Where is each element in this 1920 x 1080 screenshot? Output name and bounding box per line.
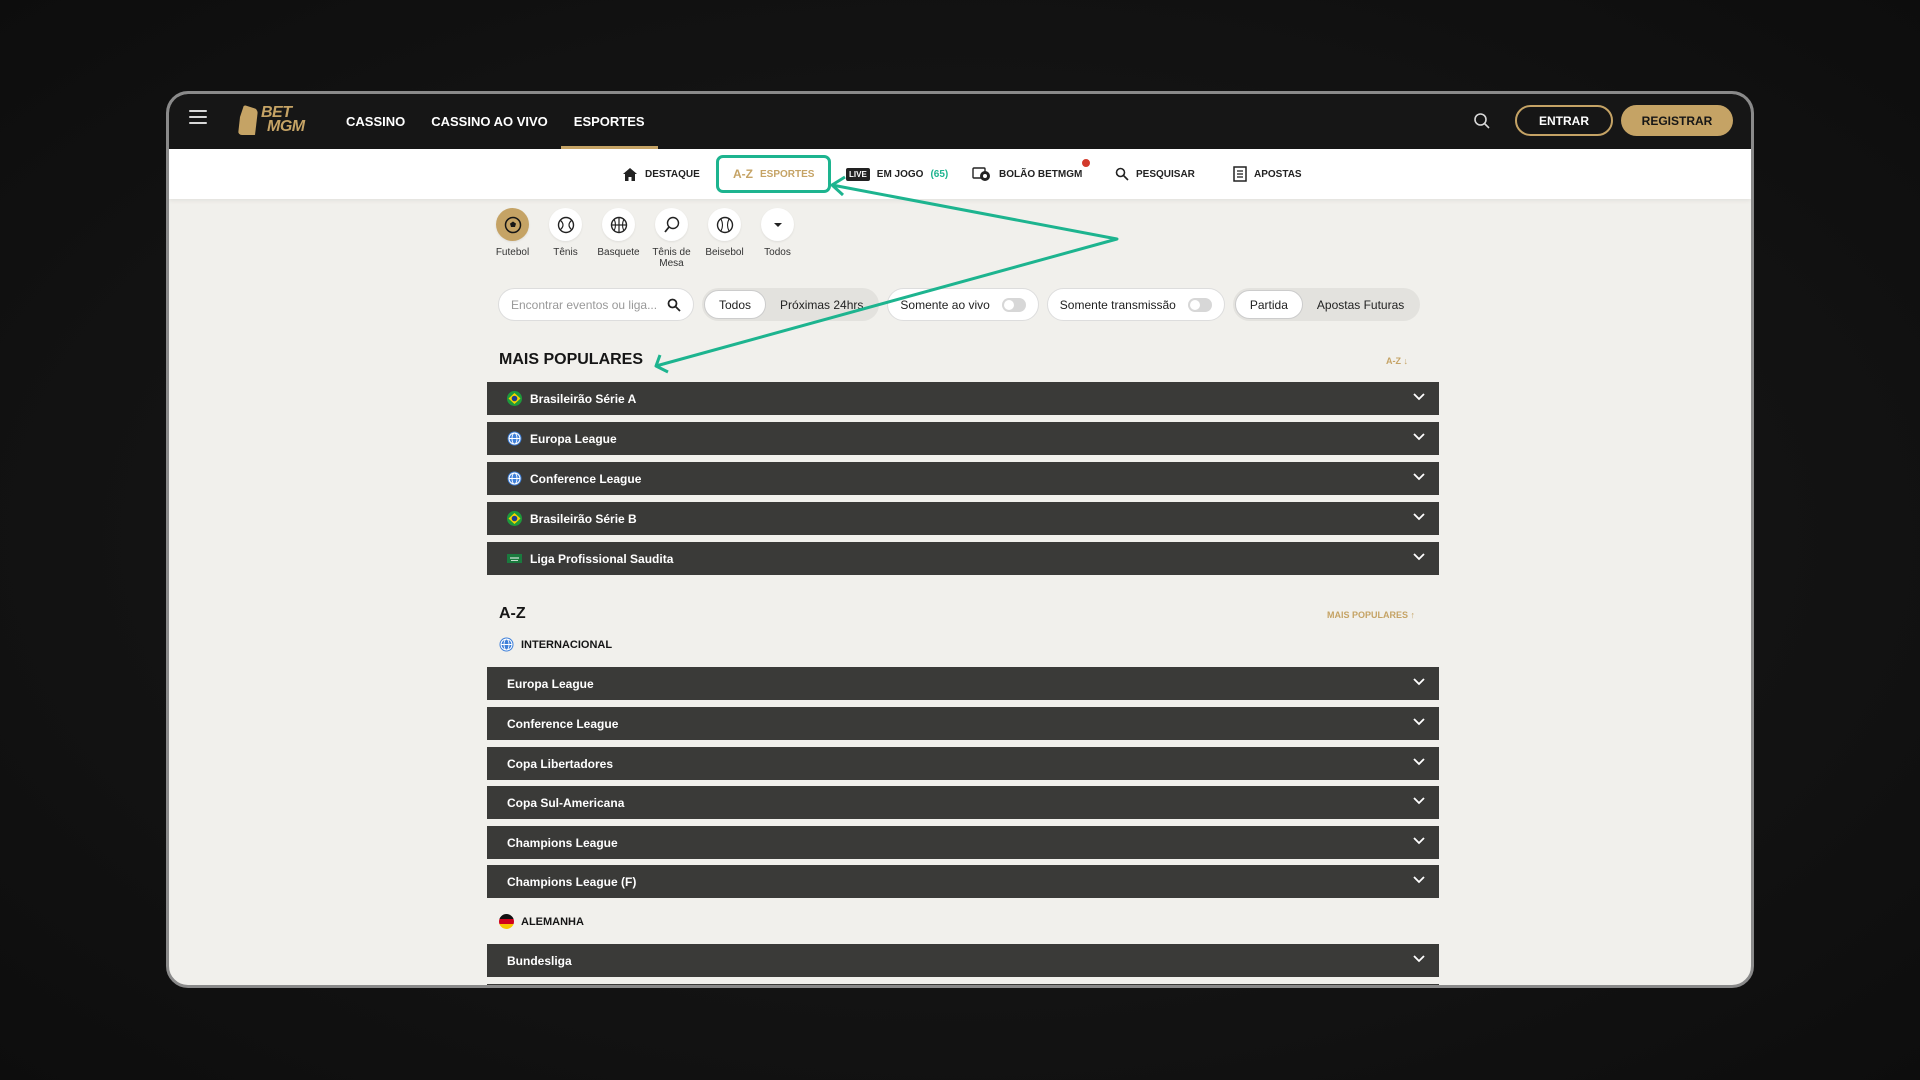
tab-apostas[interactable]: APOSTAS: [1233, 149, 1302, 199]
soccer-ball-icon: [504, 216, 521, 233]
toggle-switch[interactable]: [1001, 297, 1026, 312]
time-filter: Todos Próximas 24hrs: [702, 288, 880, 321]
search-icon: [1115, 167, 1129, 181]
sport-basquete[interactable]: Basquete: [597, 208, 640, 269]
az-section-title: A-Z: [499, 605, 526, 622]
chevron-down-icon: [1413, 473, 1425, 481]
hamburger-menu-icon[interactable]: [189, 110, 207, 124]
lion-logo-icon: [238, 105, 258, 135]
login-button[interactable]: ENTRAR: [1515, 105, 1613, 136]
chevron-down-icon: [1413, 553, 1425, 561]
league-row[interactable]: Brasileirão Série A: [487, 382, 1439, 415]
tab-esportes-az[interactable]: A-Z ESPORTES: [716, 155, 832, 193]
league-row[interactable]: Conference League: [487, 707, 1439, 740]
caret-down-icon: [773, 222, 782, 227]
league-row[interactable]: Liga Profissional Saudita: [487, 542, 1439, 575]
betslip-icon: [1233, 166, 1247, 182]
basketball-icon: [610, 216, 627, 233]
filter-proximas-24hrs[interactable]: Próximas 24hrs: [766, 290, 877, 319]
sort-popular-link[interactable]: MAIS POPULARES ↑: [1327, 610, 1415, 620]
sort-az-link[interactable]: A-Z ↓: [1386, 356, 1408, 366]
nav-esportes[interactable]: ESPORTES: [560, 94, 658, 149]
stream-only-toggle[interactable]: Somente transmissão: [1046, 288, 1225, 321]
chevron-down-icon: [1413, 513, 1425, 521]
chevron-down-icon: [1413, 955, 1425, 963]
country-header: ALEMANHA: [499, 914, 584, 929]
saudi-flag-icon: [507, 551, 522, 566]
league-row-partial[interactable]: [487, 984, 1439, 985]
live-only-toggle[interactable]: Somente ao vivo: [887, 288, 1039, 321]
chevron-down-icon: [1413, 433, 1425, 441]
search-icon[interactable]: [1473, 112, 1491, 130]
globe-icon: [507, 431, 522, 446]
country-header: INTERNACIONAL: [499, 637, 612, 652]
chevron-down-icon: [1413, 876, 1425, 884]
filter-todos[interactable]: Todos: [704, 290, 767, 319]
filter-partida[interactable]: Partida: [1234, 290, 1303, 319]
globe-icon: [507, 471, 522, 486]
germany-flag-icon: [499, 914, 514, 929]
home-icon: [623, 167, 637, 181]
league-row[interactable]: Europa League: [487, 667, 1439, 700]
trophy-ball-icon: [972, 167, 990, 181]
market-filter: Partida Apostas Futuras: [1232, 288, 1421, 321]
globe-icon: [499, 637, 514, 652]
league-row[interactable]: Europa League: [487, 422, 1439, 455]
event-search-input[interactable]: Encontrar eventos ou liga...: [498, 288, 694, 321]
league-row[interactable]: Copa Libertadores: [487, 747, 1439, 780]
sports-subnav: DESTAQUE A-Z ESPORTES LIVE EM JOGO (65) B…: [169, 149, 1751, 199]
app-window: BET MGM CASSINO CASSINO AO VIVO ESPORTES …: [166, 91, 1754, 988]
league-row[interactable]: Bundesliga: [487, 944, 1439, 977]
notification-dot: [1080, 157, 1093, 169]
main-nav: CASSINO CASSINO AO VIVO ESPORTES: [333, 94, 658, 149]
az-icon: A-Z: [733, 167, 753, 181]
tab-destaque[interactable]: DESTAQUE: [622, 149, 700, 199]
sport-todos[interactable]: Todos: [756, 208, 799, 269]
live-count: (65): [930, 168, 949, 180]
popular-section-title: MAIS POPULARES: [499, 351, 644, 368]
top-bar: BET MGM CASSINO CASSINO AO VIVO ESPORTES …: [169, 94, 1751, 149]
sport-tenis-de-mesa[interactable]: Tênis de Mesa: [650, 208, 693, 269]
register-button[interactable]: REGISTRAR: [1621, 105, 1733, 136]
filter-apostas-futuras[interactable]: Apostas Futuras: [1303, 290, 1418, 319]
chevron-down-icon: [1413, 758, 1425, 766]
baseball-icon: [716, 216, 733, 233]
brazil-flag-icon: [507, 511, 522, 526]
toggle-switch[interactable]: [1187, 297, 1212, 312]
tab-bolao[interactable]: BOLÃO BETMGM: [972, 149, 1093, 199]
sport-selector: Futebol Tênis Basquete Tênis de Mesa Bei…: [491, 208, 799, 269]
sport-futebol[interactable]: Futebol: [491, 208, 534, 269]
sport-tenis[interactable]: Tênis: [544, 208, 587, 269]
tab-em-jogo[interactable]: LIVE EM JOGO (65): [846, 149, 948, 199]
tennis-ball-icon: [557, 216, 574, 233]
betmgm-logo[interactable]: BET MGM: [238, 105, 305, 135]
league-row[interactable]: Champions League (F): [487, 865, 1439, 898]
chevron-down-icon: [1413, 837, 1425, 845]
chevron-down-icon: [1413, 797, 1425, 805]
league-row[interactable]: Brasileirão Série B: [487, 502, 1439, 535]
league-row[interactable]: Champions League: [487, 826, 1439, 859]
league-row[interactable]: Copa Sul-Americana: [487, 786, 1439, 819]
league-row[interactable]: Conference League: [487, 462, 1439, 495]
chevron-down-icon: [1413, 718, 1425, 726]
brazil-flag-icon: [507, 391, 522, 406]
ping-pong-icon: [663, 216, 679, 233]
search-icon: [667, 298, 681, 312]
nav-cassino[interactable]: CASSINO: [333, 94, 418, 149]
chevron-down-icon: [1413, 678, 1425, 686]
nav-cassino-ao-vivo[interactable]: CASSINO AO VIVO: [418, 94, 561, 149]
sport-beisebol[interactable]: Beisebol: [703, 208, 746, 269]
tab-pesquisar[interactable]: PESQUISAR: [1115, 149, 1195, 199]
chevron-down-icon: [1413, 393, 1425, 401]
live-icon: LIVE: [846, 167, 870, 181]
filter-bar: Encontrar eventos ou liga... Todos Próxi…: [498, 288, 1421, 321]
